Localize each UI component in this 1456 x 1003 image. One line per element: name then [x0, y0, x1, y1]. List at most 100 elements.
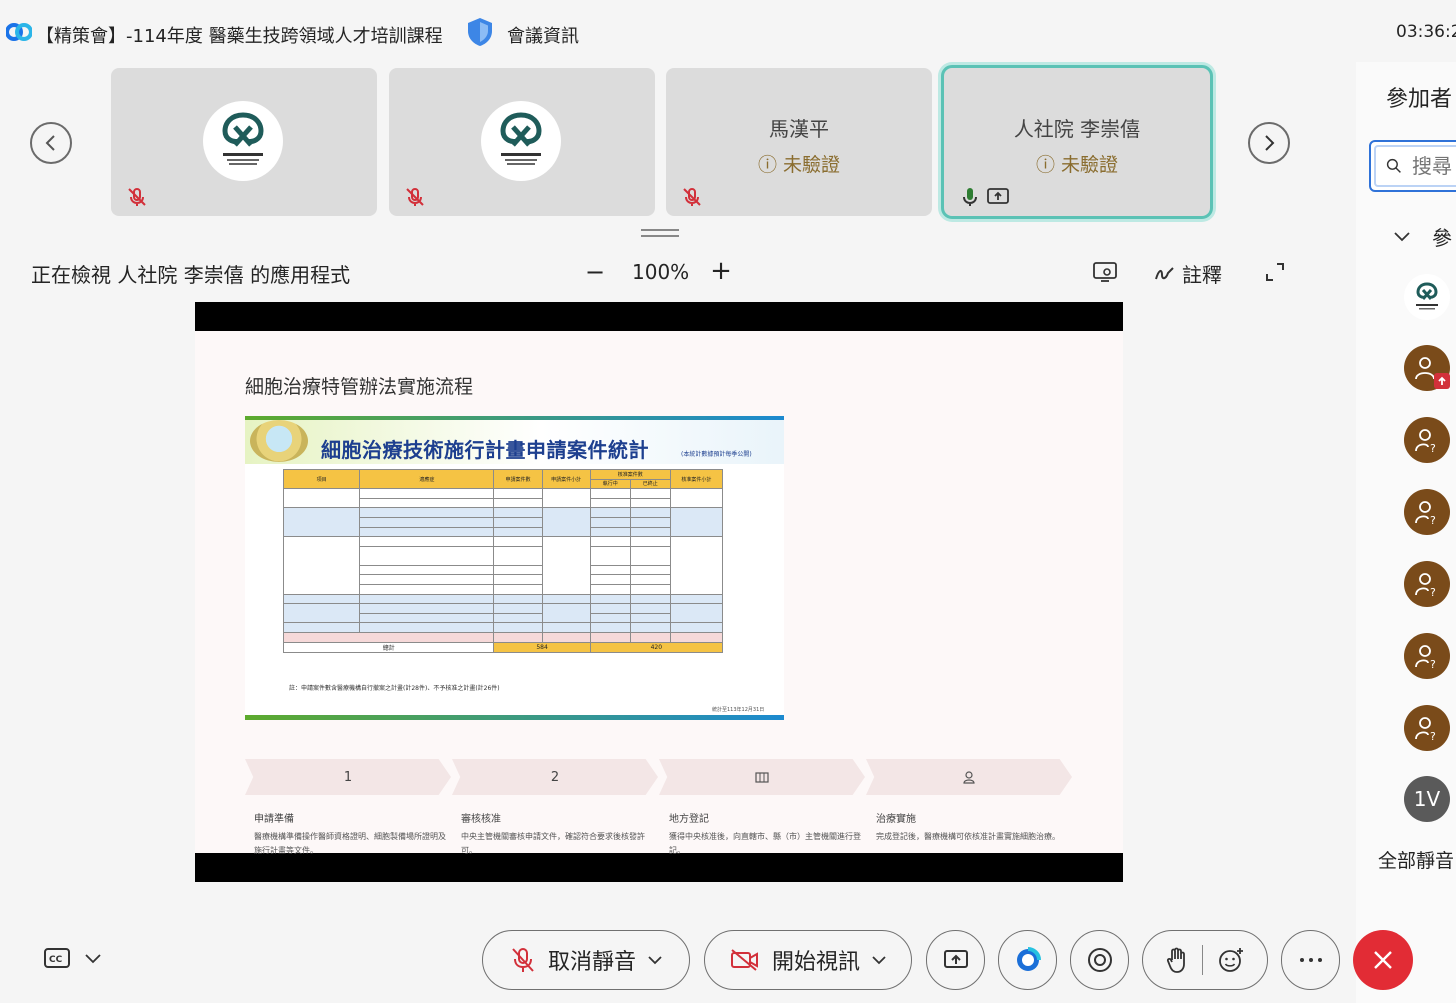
annotate-button[interactable]: 註釋 — [1154, 259, 1222, 288]
step-desc-4: 完成登記後，醫療機構可依核准計畫實施細胞治療。 — [876, 832, 1060, 841]
fullscreen-icon[interactable] — [1265, 262, 1285, 282]
shield-icon[interactable] — [466, 17, 494, 47]
guest-user-icon: ? — [1415, 717, 1436, 741]
unmute-button[interactable]: 取消靜音 — [482, 930, 690, 990]
svg-text:CC: CC — [49, 955, 63, 965]
participant-tile-2[interactable] — [389, 68, 655, 216]
viewing-status: 正在檢視 人社院 李崇僖 的應用程式 — [31, 263, 351, 287]
meeting-title: 【精策會】-114年度 醫藥生技跨領域人才培訓課程 — [36, 26, 443, 47]
strip-resize-handle[interactable] — [641, 229, 679, 237]
participant-name: 馬漢平 — [769, 117, 829, 141]
zoom-in-button[interactable]: + — [708, 258, 734, 284]
chevron-right-icon — [1265, 135, 1275, 151]
image-footnote: 註：申請案件數含醫療機構自行撤案之計畫(計28件)、不予核准之計畫(計26件) — [289, 685, 500, 692]
strip-next-button[interactable] — [1248, 122, 1290, 164]
unverified-status: ⓘ 未驗證 — [1035, 154, 1119, 176]
process-step-1: 1 — [245, 759, 451, 795]
strip-prev-button[interactable] — [30, 122, 72, 164]
avatar[interactable]: ? — [1404, 489, 1450, 535]
ministry-emblem-icon — [250, 420, 308, 462]
image-date-note: 統計至113年12月31日 — [712, 707, 765, 713]
chevron-down-icon — [648, 955, 662, 964]
video-off-icon — [730, 949, 758, 971]
record-button[interactable] — [1070, 930, 1129, 990]
chevron-down-icon — [1394, 231, 1410, 241]
step-desc-2: 中央主管機關審核申請文件，確認符合要求後核發許可。 — [461, 832, 645, 855]
org-logo-icon — [203, 101, 283, 181]
active-mic-icon — [959, 186, 981, 208]
chevron-left-icon — [45, 135, 55, 151]
chevron-down-icon — [872, 955, 886, 964]
process-step-4 — [866, 759, 1072, 795]
avatar[interactable]: ? — [1404, 417, 1450, 463]
captions-button[interactable]: CC — [43, 947, 101, 971]
avatar[interactable]: ? — [1404, 561, 1450, 607]
zoom-out-button[interactable]: − — [582, 259, 608, 285]
muted-mic-icon — [512, 948, 534, 972]
org-logo-icon — [481, 101, 561, 181]
guest-user-icon: ? — [1415, 645, 1436, 669]
avatar[interactable]: 1V — [1404, 776, 1450, 822]
leave-meeting-button[interactable] — [1353, 930, 1413, 990]
meeting-clock: 03:36:2 — [1396, 22, 1456, 42]
table-total-label: 總計 — [282, 641, 495, 653]
participant-tile-4[interactable]: 人社院 李崇僖 ⓘ 未驗證 — [941, 65, 1213, 219]
person-icon — [963, 770, 975, 784]
shared-screen: 細胞治療特管辦法實施流程 細胞治療技術施行計畫申請案件統計 (本統計數據預計每季… — [195, 302, 1123, 882]
step-desc-3: 獲得中央核准後，向直轄市、縣（市）主管機關進行登記。 — [669, 832, 861, 855]
org-logo-icon — [1416, 282, 1438, 310]
more-horizontal-icon — [1299, 958, 1322, 962]
step-title-4: 治療實施 — [876, 814, 916, 825]
unverified-status: ⓘ 未驗證 — [757, 154, 841, 176]
step-title-1: 申請準備 — [254, 814, 294, 825]
more-options-button[interactable] — [1281, 930, 1340, 990]
sharing-screen-icon — [987, 187, 1009, 209]
participant-name: 人社院 李崇僖 — [1013, 117, 1141, 141]
table-total-applied: 584 — [493, 641, 591, 653]
screen-options-icon[interactable] — [1093, 261, 1117, 283]
participants-panel: 參加者 參 ? ? ? ? ? 1V 全部靜音 — [1356, 62, 1456, 1003]
record-icon — [1087, 948, 1112, 972]
avatar[interactable]: ? — [1404, 705, 1450, 751]
share-screen-button[interactable] — [926, 930, 985, 990]
closed-captions-icon: CC — [44, 948, 70, 968]
process-step-2: 2 — [452, 759, 658, 795]
pen-squiggle-icon — [1155, 266, 1174, 279]
muted-mic-icon — [681, 186, 703, 208]
reactions-button[interactable] — [1142, 930, 1268, 990]
statistics-table: 項目 適應症 申請案件數 申請案件小計 核准案件數 核准案件小計 執行中 已終止 — [282, 468, 724, 653]
svg-text:?: ? — [1430, 730, 1436, 741]
panel-title: 參加者 — [1386, 87, 1453, 112]
chevron-down-icon — [85, 954, 101, 964]
close-icon — [1374, 951, 1392, 969]
guest-user-icon: ? — [1415, 573, 1436, 597]
svg-text:?: ? — [1430, 586, 1436, 597]
title-bar: 【精策會】-114年度 醫藥生技跨領域人才培訓課程 會議資訊 03:36:2 — [0, 0, 1456, 66]
presentation-slide: 細胞治療特管辦法實施流程 細胞治療技術施行計畫申請案件統計 (本統計數據預計每季… — [195, 331, 1123, 855]
avatar[interactable] — [1404, 345, 1450, 391]
start-video-button[interactable]: 開始視訊 — [704, 930, 912, 990]
raise-hand-icon — [1166, 947, 1185, 973]
participant-tile-1[interactable] — [111, 68, 377, 216]
avatar[interactable]: ? — [1404, 633, 1450, 679]
process-step-3 — [659, 759, 865, 795]
avatar[interactable] — [1404, 274, 1450, 320]
meeting-info-link[interactable]: 會議資訊 — [507, 22, 579, 48]
participant-tile-3[interactable]: 馬漢平 ⓘ 未驗證 — [666, 68, 932, 216]
svg-text:?: ? — [1430, 514, 1436, 525]
participant-group-header[interactable]: 參 — [1394, 222, 1452, 251]
question-circle-icon: ⓘ — [1035, 154, 1055, 176]
step-title-3: 地方登記 — [669, 814, 709, 825]
muted-mic-icon — [404, 186, 426, 208]
search-icon — [1386, 158, 1401, 173]
mute-all-button[interactable]: 全部靜音 — [1378, 846, 1454, 873]
search-input[interactable] — [1412, 154, 1456, 178]
participant-search[interactable] — [1369, 140, 1456, 192]
svg-text:?: ? — [1430, 442, 1436, 453]
guest-user-icon: ? — [1415, 501, 1436, 525]
image-heading-note: (本統計數據預計每季公開) — [681, 451, 752, 458]
add-reaction-icon — [1218, 948, 1243, 972]
muted-mic-icon — [126, 186, 148, 208]
ai-assistant-button[interactable] — [998, 930, 1057, 990]
sharing-badge-icon — [1434, 373, 1450, 389]
